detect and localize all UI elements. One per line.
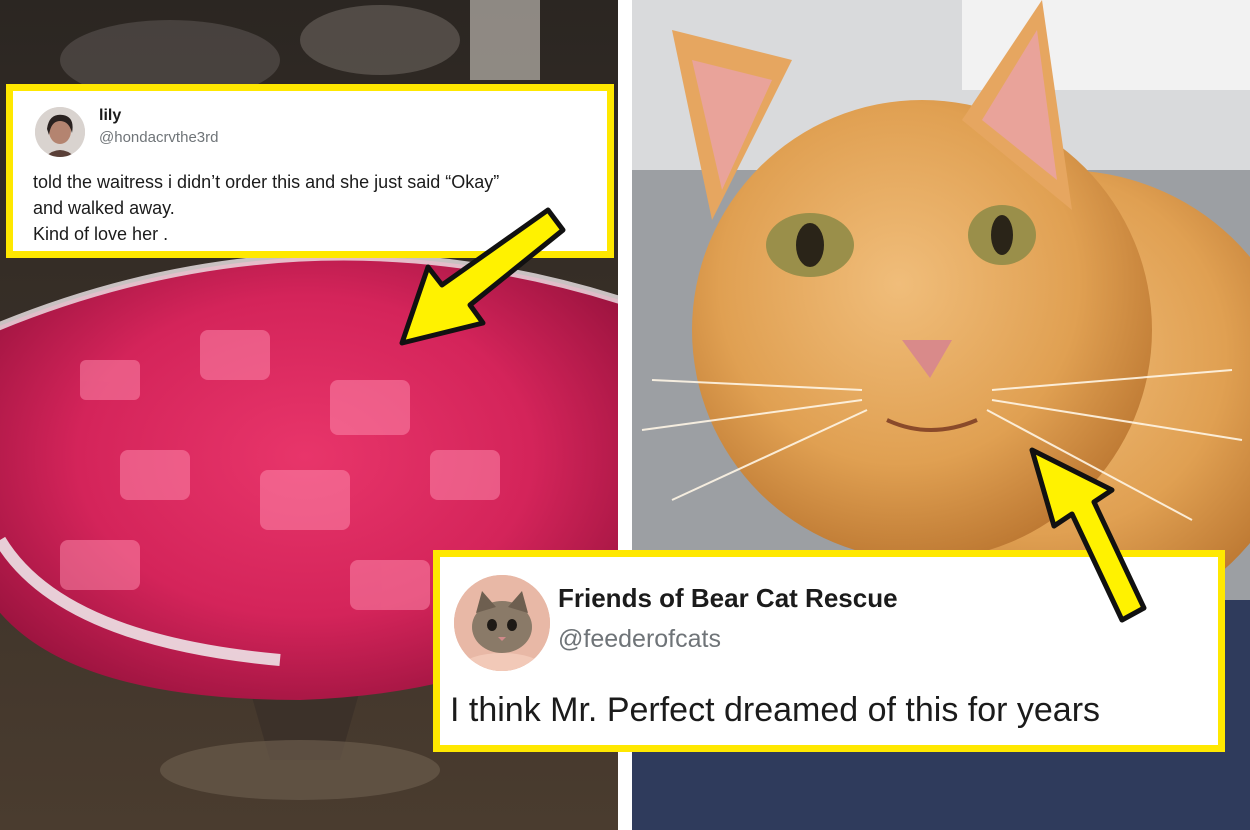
arrow-up-left-icon [1029, 447, 1147, 623]
kitten-avatar[interactable] [454, 575, 550, 671]
arrow-down-left-icon [399, 207, 566, 346]
user-display-name[interactable]: lily [99, 107, 121, 125]
account-handle[interactable]: @feederofcats [558, 625, 721, 654]
tweet-text-line: told the waitress i didn’t order this an… [33, 172, 500, 192]
account-display-name[interactable]: Friends of Bear Cat Rescue [558, 583, 898, 614]
tweet-text: I think Mr. Perfect dreamed of this for … [450, 691, 1101, 729]
user-avatar[interactable] [35, 107, 85, 157]
user-handle[interactable]: @hondacrvthe3rd [99, 129, 218, 146]
